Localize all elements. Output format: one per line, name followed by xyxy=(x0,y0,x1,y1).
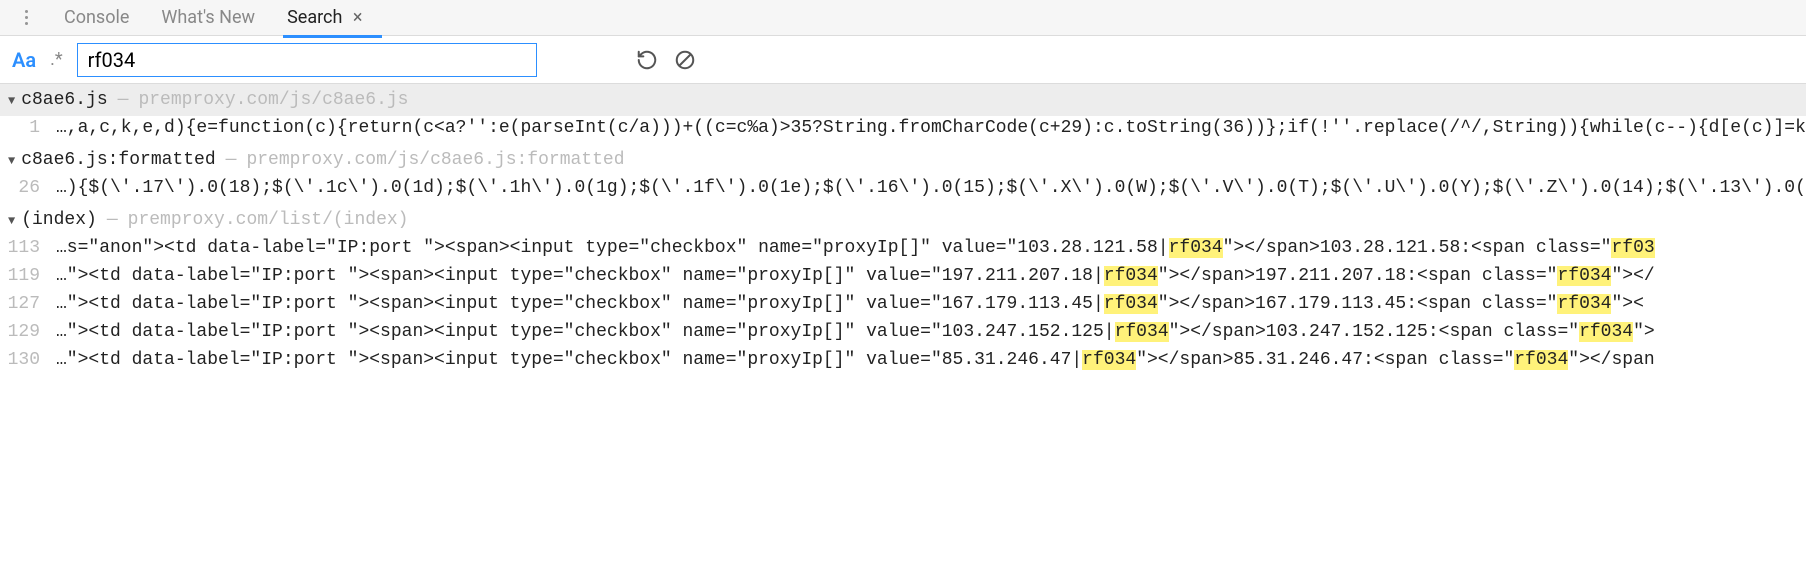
close-icon[interactable]: × xyxy=(353,7,363,28)
match-row[interactable]: 26…){$(\'.17\').0(18);$(\'.1c\').0(1d);$… xyxy=(0,176,1806,204)
tab-search[interactable]: Search × xyxy=(285,1,364,34)
clear-icon[interactable] xyxy=(673,48,697,72)
match-highlight: rf034 xyxy=(1579,322,1633,342)
match-highlight: rf034 xyxy=(1104,294,1158,314)
file-header[interactable]: ▼(index)—premproxy.com/list/(index) xyxy=(0,204,1806,236)
file-path: premproxy.com/list/(index) xyxy=(128,210,409,230)
disclosure-triangle-icon: ▼ xyxy=(8,214,15,228)
file-name: (index) xyxy=(21,210,97,230)
disclosure-triangle-icon: ▼ xyxy=(8,154,15,168)
line-number: 26 xyxy=(0,178,56,198)
file-header[interactable]: ▼c8ae6.js:formatted—premproxy.com/js/c8a… xyxy=(0,144,1806,176)
line-number: 129 xyxy=(0,322,56,342)
line-number: 113 xyxy=(0,238,56,258)
match-highlight: rf034 xyxy=(1104,266,1158,286)
match-code: …"><td data-label="IP:port "><span><inpu… xyxy=(56,350,1655,370)
match-highlight: rf034 xyxy=(1557,294,1611,314)
tab-search-label: Search xyxy=(287,7,342,28)
match-highlight: rf034 xyxy=(1514,350,1568,370)
match-code: …){$(\'.17\').0(18);$(\'.1c\').0(1d);$(\… xyxy=(56,178,1806,198)
regex-toggle[interactable]: .* xyxy=(50,49,63,70)
line-number: 127 xyxy=(0,294,56,314)
line-number: 1 xyxy=(0,118,56,138)
match-code: …"><td data-label="IP:port "><span><inpu… xyxy=(56,266,1655,286)
file-path: premproxy.com/js/c8ae6.js xyxy=(138,90,408,110)
refresh-icon[interactable] xyxy=(635,48,659,72)
search-input[interactable] xyxy=(77,43,537,77)
match-row[interactable]: 1…,a,c,k,e,d){e=function(c){return(c<a?'… xyxy=(0,116,1806,144)
line-number: 130 xyxy=(0,350,56,370)
file-header[interactable]: ▼c8ae6.js—premproxy.com/js/c8ae6.js xyxy=(0,84,1806,116)
file-name: c8ae6.js xyxy=(21,90,107,110)
file-path: premproxy.com/js/c8ae6.js:formatted xyxy=(246,150,624,170)
drawer-tabbar: Console What's New Search × xyxy=(0,0,1806,36)
match-code: …s="anon"><td data-label="IP:port "><spa… xyxy=(56,238,1655,258)
match-highlight: rf034 xyxy=(1169,238,1223,258)
match-highlight: rf034 xyxy=(1557,266,1611,286)
match-row[interactable]: 130…"><td data-label="IP:port "><span><i… xyxy=(0,348,1806,376)
match-code: …"><td data-label="IP:port "><span><inpu… xyxy=(56,322,1655,342)
match-highlight: rf034 xyxy=(1082,350,1136,370)
match-code: …"><td data-label="IP:port "><span><inpu… xyxy=(56,294,1644,314)
tab-whats-new[interactable]: What's New xyxy=(159,1,257,34)
search-toolbar: Aa .* xyxy=(0,36,1806,84)
match-case-toggle[interactable]: Aa xyxy=(12,48,36,72)
match-row[interactable]: 119…"><td data-label="IP:port "><span><i… xyxy=(0,264,1806,292)
file-name: c8ae6.js:formatted xyxy=(21,150,215,170)
search-results: ▼c8ae6.js—premproxy.com/js/c8ae6.js1…,a,… xyxy=(0,84,1806,376)
match-highlight: rf034 xyxy=(1115,322,1169,342)
match-row[interactable]: 113…s="anon"><td data-label="IP:port "><… xyxy=(0,236,1806,264)
match-code: …,a,c,k,e,d){e=function(c){return(c<a?''… xyxy=(56,118,1806,138)
line-number: 119 xyxy=(0,266,56,286)
match-row[interactable]: 127…"><td data-label="IP:port "><span><i… xyxy=(0,292,1806,320)
disclosure-triangle-icon: ▼ xyxy=(8,94,15,108)
more-menu-icon[interactable] xyxy=(18,8,34,28)
match-row[interactable]: 129…"><td data-label="IP:port "><span><i… xyxy=(0,320,1806,348)
match-highlight: rf03 xyxy=(1611,238,1654,258)
tab-console[interactable]: Console xyxy=(62,1,131,34)
